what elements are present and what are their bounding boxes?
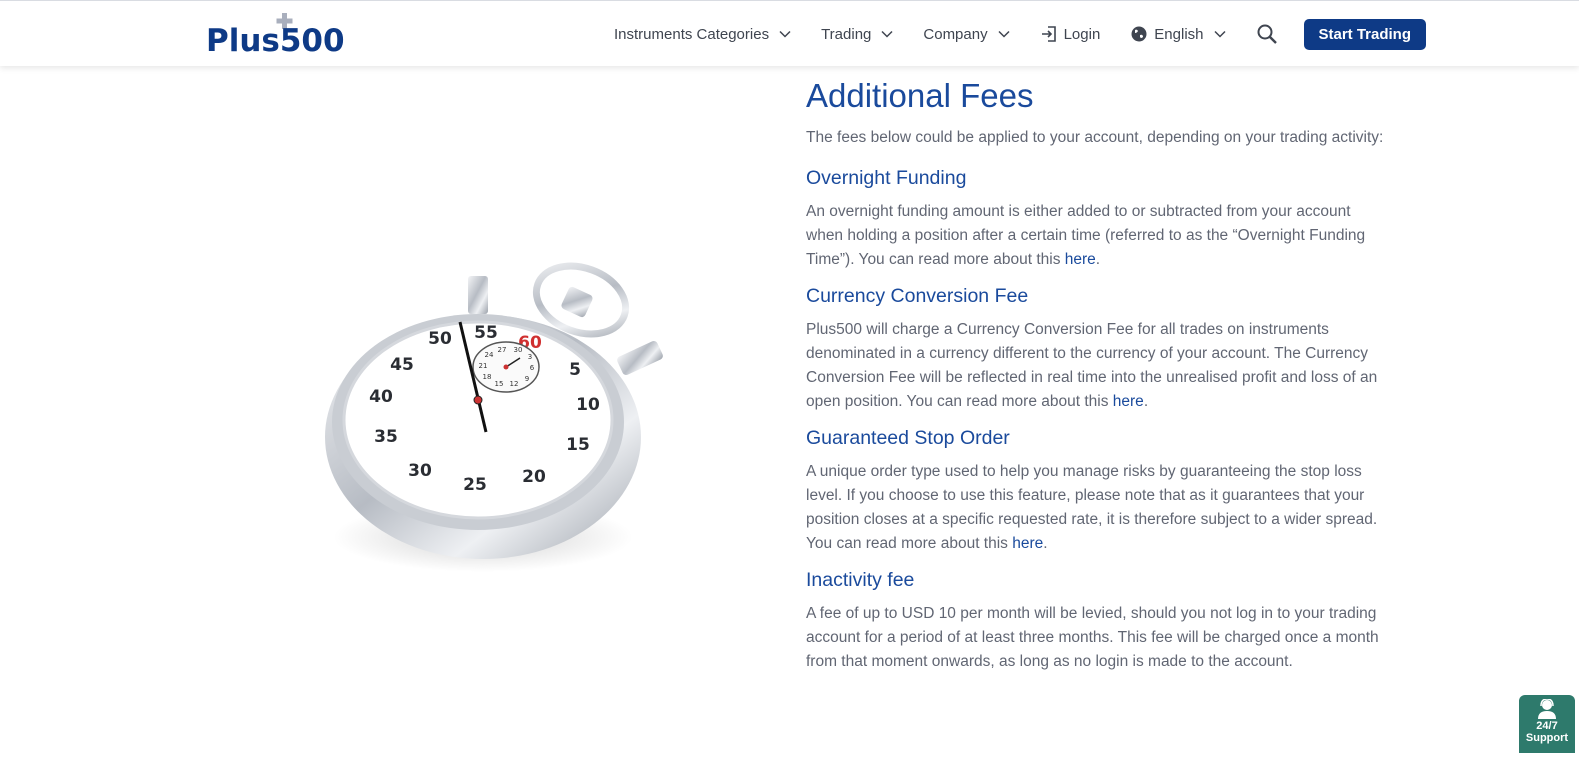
login-icon xyxy=(1040,25,1058,43)
section-text: Plus500 will charge a Currency Conversio… xyxy=(806,321,1378,410)
read-more-link[interactable]: here xyxy=(1065,251,1096,268)
dial-number: 50 xyxy=(428,329,452,349)
nav-instruments-categories[interactable]: Instruments Categories xyxy=(614,26,791,43)
support-chat-button[interactable]: 24/7 Support xyxy=(1519,695,1575,753)
dial-number: 5 xyxy=(569,360,581,380)
additional-fees-section: Additional Fees The fees below could be … xyxy=(806,76,1386,684)
start-trading-button[interactable]: Start Trading xyxy=(1303,18,1427,50)
section-text: A fee of up to USD 10 per month will be … xyxy=(806,605,1379,670)
stopwatch-image: 5 10 15 20 25 30 35 40 45 50 55 60 30 3 … xyxy=(318,262,676,582)
dial-number: 55 xyxy=(474,323,498,343)
top-navigation-bar: Plus500 Instruments Categories Trading C… xyxy=(0,0,1579,66)
dial-number: 30 xyxy=(408,461,432,481)
support-label: Support xyxy=(1525,732,1569,744)
dial-number: 45 xyxy=(390,355,414,375)
read-more-link[interactable]: here xyxy=(1012,535,1043,552)
support-label-hours: 24/7 xyxy=(1536,720,1558,732)
subdial-number: 12 xyxy=(510,380,519,388)
subdial-number: 9 xyxy=(525,375,529,383)
section-heading: Currency Conversion Fee xyxy=(806,285,1029,307)
subdial-number: 30 xyxy=(514,346,523,354)
language-selector[interactable]: English xyxy=(1130,25,1226,43)
fee-section-currency-conversion: Currency Conversion Fee Plus500 will cha… xyxy=(806,282,1386,414)
intro-text: The fees below could be applied to your … xyxy=(806,129,1384,146)
nav-trading-label: Trading xyxy=(821,25,872,43)
nav-login-label: Login xyxy=(1063,25,1101,43)
nav-login[interactable]: Login xyxy=(1040,25,1101,43)
dial-number: 10 xyxy=(576,395,600,415)
language-label: English xyxy=(1154,25,1204,43)
section-heading: Guaranteed Stop Order xyxy=(806,427,1010,449)
logo-text: Plus500 xyxy=(206,23,345,55)
nav-instruments-label: Instruments Categories xyxy=(614,25,770,43)
subdial-number: 6 xyxy=(530,364,535,372)
support-agent-icon xyxy=(1538,699,1556,719)
fee-section-inactivity: Inactivity fee A fee of up to USD 10 per… xyxy=(806,566,1386,674)
section-heading: Inactivity fee xyxy=(806,569,915,591)
nav-trading[interactable]: Trading xyxy=(821,26,893,43)
dial-number: 40 xyxy=(369,387,393,407)
chevron-down-icon xyxy=(998,30,1010,38)
fee-section-guaranteed-stop: Guaranteed Stop Order A unique order typ… xyxy=(806,424,1386,556)
chevron-down-icon xyxy=(779,30,791,38)
section-heading: Overnight Funding xyxy=(806,167,967,189)
read-more-link[interactable]: here xyxy=(1113,393,1144,410)
plus500-logo[interactable]: Plus500 xyxy=(206,9,372,55)
subdial-number: 15 xyxy=(495,380,504,388)
subdial-number: 21 xyxy=(479,362,488,370)
chevron-down-icon xyxy=(881,30,893,38)
chevron-down-icon xyxy=(1213,30,1226,38)
page-title: Additional Fees xyxy=(806,77,1034,114)
nav-company-label: Company xyxy=(923,25,988,43)
section-text: An overnight funding amount is either ad… xyxy=(806,203,1366,268)
subdial-number: 27 xyxy=(498,346,507,354)
dial-number: 15 xyxy=(566,435,590,455)
main-nav: Instruments Categories Trading Company L… xyxy=(614,17,1427,51)
globe-icon xyxy=(1130,25,1148,43)
dial-number: 25 xyxy=(463,475,487,495)
dial-number: 20 xyxy=(522,467,546,487)
stopwatch-illustration: 5 10 15 20 25 30 35 40 45 50 55 60 30 3 … xyxy=(325,262,663,572)
subdial-number: 3 xyxy=(528,353,532,361)
section-text: A unique order type used to help you man… xyxy=(806,463,1378,552)
subdial-number: 18 xyxy=(483,373,492,381)
plus500-logo-mark: Plus500 xyxy=(206,13,345,55)
search-button[interactable] xyxy=(1256,23,1278,45)
subdial-number: 24 xyxy=(485,351,494,359)
search-icon xyxy=(1257,24,1277,44)
fee-section-overnight-funding: Overnight Funding An overnight funding a… xyxy=(806,164,1386,272)
dial-number: 35 xyxy=(374,427,398,447)
nav-company[interactable]: Company xyxy=(923,25,1010,43)
